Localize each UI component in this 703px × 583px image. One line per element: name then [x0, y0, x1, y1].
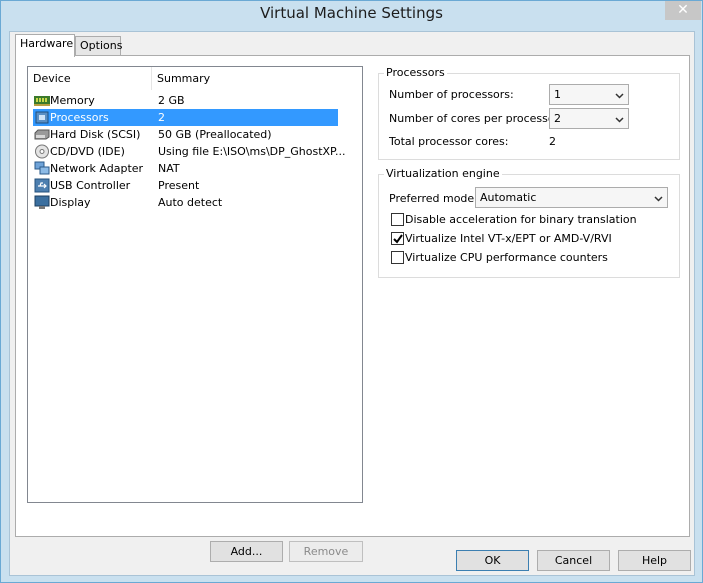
processors-group: Processors Number of processors: 1 Numbe… — [378, 66, 680, 160]
chevron-down-icon — [654, 193, 663, 202]
device-name: Hard Disk (SCSI) — [50, 128, 141, 141]
device-rows: Memory 2 GB Processors 2 Hard Disk (SCSI… — [28, 92, 362, 211]
cores-per-processor-label: Number of cores per processor: — [389, 112, 563, 125]
device-summary: 2 — [158, 111, 165, 124]
virtualization-group-title: Virtualization engine — [384, 167, 502, 181]
preferred-mode-select[interactable]: Automatic — [475, 187, 668, 208]
device-row-usb-controller[interactable]: USB Controller Present — [28, 177, 362, 194]
tab-options[interactable]: Options — [75, 36, 122, 56]
device-summary: 50 GB (Preallocated) — [158, 128, 272, 141]
cancel-button-label: Cancel — [554, 554, 593, 567]
chevron-down-icon — [615, 114, 624, 123]
device-name: Memory — [50, 94, 95, 107]
cancel-button[interactable]: Cancel — [537, 550, 610, 571]
device-summary: Present — [158, 179, 200, 192]
virtualize-perf-counters-label[interactable]: Virtualize CPU performance counters — [405, 251, 608, 264]
num-processors-value: 1 — [554, 88, 561, 101]
total-cores-value: 2 — [549, 135, 556, 148]
dialog-body: Hardware Options Device Summary Memory 2 — [9, 31, 695, 576]
device-name: USB Controller — [50, 179, 131, 192]
device-row-processors[interactable]: Processors 2 — [28, 109, 362, 126]
cd-dvd-icon — [34, 144, 50, 159]
virtualize-vtx-checkbox[interactable] — [391, 232, 404, 245]
cores-per-processor-select[interactable]: 2 — [549, 108, 629, 129]
network-adapter-icon — [34, 161, 50, 176]
remove-device-button[interactable]: Remove — [289, 541, 363, 562]
total-cores-label: Total processor cores: — [389, 135, 509, 148]
disable-binary-translation-checkbox[interactable] — [391, 213, 404, 226]
column-header-summary[interactable]: Summary — [152, 67, 362, 90]
device-name: CD/DVD (IDE) — [50, 145, 125, 158]
preferred-mode-label: Preferred mode: — [389, 192, 478, 205]
preferred-mode-value: Automatic — [480, 191, 537, 204]
memory-icon — [34, 93, 50, 108]
tab-hardware[interactable]: Hardware — [15, 34, 75, 57]
device-name: Processors — [50, 111, 109, 124]
device-row-hard-disk[interactable]: Hard Disk (SCSI) 50 GB (Preallocated) — [28, 126, 362, 143]
chevron-down-icon — [615, 90, 624, 99]
processor-icon — [34, 110, 50, 125]
virtualize-perf-counters-checkbox[interactable] — [391, 251, 404, 264]
list-header: Device Summary — [28, 67, 362, 90]
display-icon — [34, 195, 50, 210]
ok-button-label: OK — [484, 554, 501, 567]
device-summary: NAT — [158, 162, 180, 175]
add-device-button[interactable]: Add... — [210, 541, 283, 562]
device-summary: Auto detect — [158, 196, 223, 209]
hard-disk-icon — [34, 127, 50, 142]
column-header-device[interactable]: Device — [28, 67, 152, 90]
window-title: Virtual Machine Settings — [260, 4, 443, 22]
num-processors-label: Number of processors: — [389, 88, 514, 101]
device-list[interactable]: Device Summary Memory 2 GB Processors 2 … — [27, 66, 363, 503]
checkmark-icon — [393, 234, 403, 244]
processors-group-title: Processors — [384, 66, 447, 80]
device-row-network-adapter[interactable]: Network Adapter NAT — [28, 160, 362, 177]
title-bar[interactable]: Virtual Machine Settings ✕ — [1, 1, 702, 28]
num-processors-select[interactable]: 1 — [549, 84, 629, 105]
help-button-label: Help — [641, 554, 668, 567]
device-row-cd-dvd[interactable]: CD/DVD (IDE) Using file E:\ISO\ms\DP_Gho… — [28, 143, 362, 160]
virtualize-vtx-label[interactable]: Virtualize Intel VT-x/EPT or AMD-V/RVI — [405, 232, 612, 245]
settings-window: Virtual Machine Settings ✕ Hardware Opti… — [0, 0, 703, 583]
device-row-memory[interactable]: Memory 2 GB — [28, 92, 362, 109]
virtualization-group: Virtualization engine Preferred mode: Au… — [378, 167, 680, 278]
add-button-label: Add... — [230, 545, 263, 558]
device-name: Display — [50, 196, 91, 209]
help-button[interactable]: Help — [618, 550, 691, 571]
usb-icon — [34, 178, 50, 193]
hardware-panel: Device Summary Memory 2 GB Processors 2 … — [15, 55, 690, 562]
device-row-display[interactable]: Display Auto detect — [28, 194, 362, 211]
cores-per-processor-value: 2 — [554, 112, 561, 125]
device-summary: Using file E:\ISO\ms\DP_GhostXP... — [158, 145, 346, 158]
close-button[interactable]: ✕ — [665, 1, 701, 20]
ok-button[interactable]: OK — [456, 550, 529, 571]
disable-binary-translation-label[interactable]: Disable acceleration for binary translat… — [405, 213, 637, 226]
device-name: Network Adapter — [50, 162, 144, 175]
remove-button-label: Remove — [303, 545, 349, 558]
device-summary: 2 GB — [158, 94, 185, 107]
